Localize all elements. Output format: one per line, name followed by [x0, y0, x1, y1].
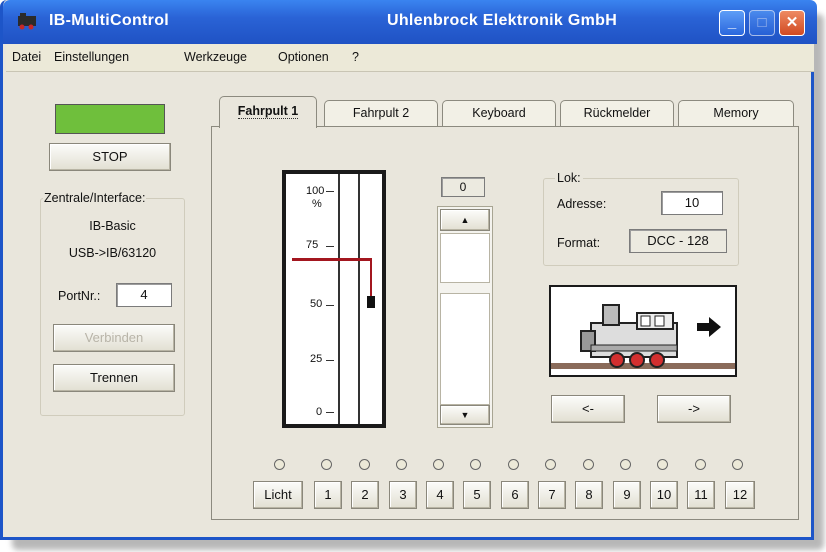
- interface-name: USB->IB/63120: [68, 246, 157, 260]
- speed-gauge[interactable]: 100 % 75 50 25 0: [282, 170, 386, 428]
- tick-75: [326, 246, 334, 247]
- address-label: Adresse:: [557, 197, 607, 211]
- menu-werkzeuge[interactable]: Werkzeuge: [184, 50, 247, 64]
- function-button-4[interactable]: 4: [426, 481, 454, 509]
- loco-group-title: Lok:: [555, 171, 583, 185]
- window-title: IB-MultiControl: [49, 12, 170, 29]
- led-f12: [732, 459, 743, 470]
- loco-display: [549, 285, 737, 377]
- scroll-up-button[interactable]: ▲: [440, 209, 490, 231]
- stop-button[interactable]: STOP: [49, 143, 171, 171]
- function-button-6[interactable]: 6: [501, 481, 529, 509]
- device-name: IB-Basic: [89, 219, 136, 233]
- led-f1: [321, 459, 332, 470]
- tab-keyboard[interactable]: Keyboard: [442, 100, 556, 126]
- maximize-button[interactable]: □: [749, 10, 775, 36]
- gauge-track-left: [338, 174, 340, 424]
- led-f3: [396, 459, 407, 470]
- function-button-11[interactable]: 11: [687, 481, 715, 509]
- port-label: PortNr.:: [58, 289, 101, 303]
- minimize-button[interactable]: _: [719, 10, 745, 36]
- function-button-10[interactable]: 10: [650, 481, 678, 509]
- function-button-3[interactable]: 3: [389, 481, 417, 509]
- status-indicator: [55, 104, 165, 134]
- led-f2: [359, 459, 370, 470]
- scale-label-100: 100: [306, 185, 325, 197]
- minimize-icon: _: [727, 14, 737, 31]
- tick-25: [326, 360, 334, 361]
- speed-slider-thumb[interactable]: [367, 296, 375, 308]
- led-f8: [583, 459, 594, 470]
- title-bar[interactable]: IB-MultiControl Uhlenbrock Elektronik Gm…: [3, 0, 817, 44]
- chevron-up-icon: ▲: [460, 215, 470, 225]
- scale-label-25: 25: [310, 353, 323, 365]
- close-icon: ✕: [785, 14, 799, 31]
- address-input[interactable]: 10: [661, 191, 723, 215]
- function-button-8[interactable]: 8: [575, 481, 603, 509]
- format-label: Format:: [557, 236, 601, 250]
- tick-50: [326, 305, 334, 306]
- function-button-12[interactable]: 12: [725, 481, 755, 509]
- led-licht: [274, 459, 285, 470]
- close-button[interactable]: ✕: [779, 10, 805, 36]
- maximize-icon: □: [757, 14, 767, 31]
- led-f6: [508, 459, 519, 470]
- function-button-licht[interactable]: Licht: [253, 481, 303, 509]
- direction-back-button[interactable]: <-: [551, 395, 625, 423]
- chevron-down-icon: ▼: [460, 410, 470, 420]
- port-input[interactable]: 4: [116, 283, 172, 307]
- led-f10: [657, 459, 668, 470]
- step-display: 0: [441, 177, 485, 197]
- scale-label-75: 75: [306, 239, 319, 251]
- connect-button[interactable]: Verbinden: [53, 324, 175, 352]
- scale-label-50: 50: [310, 298, 323, 310]
- menu-datei[interactable]: Datei: [12, 50, 41, 64]
- scale-label-0: 0: [316, 406, 323, 418]
- direction-forward-button[interactable]: ->: [657, 395, 731, 423]
- led-f4: [433, 459, 444, 470]
- format-display: DCC - 128: [629, 229, 727, 253]
- scroll-track[interactable]: [440, 293, 490, 405]
- app-icon: [18, 13, 36, 30]
- speed-scrollbar[interactable]: ▲ ▼: [437, 206, 493, 428]
- speed-level-line: [292, 258, 372, 261]
- menu-help[interactable]: ?: [352, 50, 359, 64]
- tab-fahrpult-2[interactable]: Fahrpult 2: [324, 100, 438, 126]
- gauge-track-right: [358, 174, 360, 424]
- disconnect-button[interactable]: Trennen: [53, 364, 175, 392]
- speed-drop-line: [370, 258, 372, 298]
- function-button-7[interactable]: 7: [538, 481, 566, 509]
- led-f11: [695, 459, 706, 470]
- tick-100: [326, 191, 334, 192]
- led-f7: [545, 459, 556, 470]
- tab-label: Fahrpult 1: [237, 104, 299, 119]
- scroll-down-button[interactable]: ▼: [440, 405, 490, 425]
- menu-bar: Datei Einstellungen Werkzeuge Optionen ?: [6, 44, 814, 72]
- tab-fahrpult-1[interactable]: Fahrpult 1: [219, 96, 317, 128]
- tab-rueckmelder[interactable]: Rückmelder: [560, 100, 674, 126]
- app-window: IB-MultiControl Uhlenbrock Elektronik Gm…: [0, 0, 817, 540]
- function-button-5[interactable]: 5: [463, 481, 491, 509]
- function-button-2[interactable]: 2: [351, 481, 379, 509]
- led-f5: [470, 459, 481, 470]
- company-title: Uhlenbrock Elektronik GmbH: [387, 12, 618, 29]
- locomotive-icon: [551, 304, 735, 369]
- function-button-9[interactable]: 9: [613, 481, 641, 509]
- tab-memory[interactable]: Memory: [678, 100, 794, 126]
- tick-0: [326, 412, 334, 413]
- direction-arrow-icon: [697, 317, 721, 337]
- function-button-1[interactable]: 1: [314, 481, 342, 509]
- scale-label-percent: %: [312, 198, 322, 210]
- led-f9: [620, 459, 631, 470]
- menu-optionen[interactable]: Optionen: [278, 50, 329, 64]
- scroll-thumb[interactable]: [440, 233, 490, 283]
- menu-einstellungen[interactable]: Einstellungen: [54, 50, 129, 64]
- interface-group-title: Zentrale/Interface:: [43, 191, 147, 205]
